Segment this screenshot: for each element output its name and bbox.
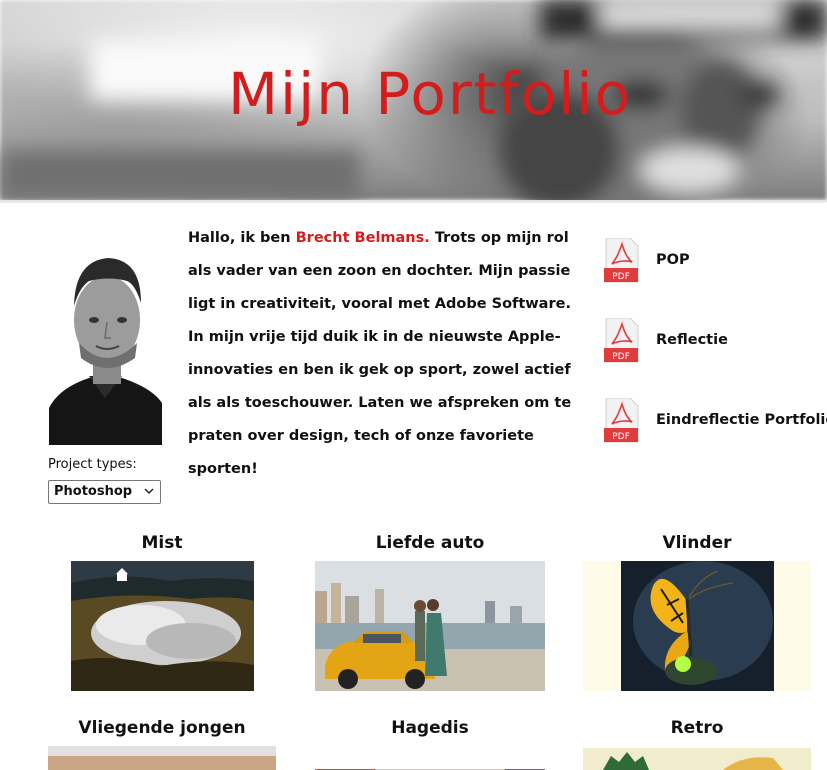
svg-text:PDF: PDF <box>612 432 630 442</box>
intro-text: Hallo, ik ben Brecht Belmans. Trots op m… <box>188 222 578 486</box>
project-image-vlinder[interactable] <box>583 561 811 691</box>
hero-divider <box>0 200 827 202</box>
project-title-vliegende-jongen: Vliegende jongen <box>78 718 246 738</box>
project-types-label: Project types: <box>48 457 137 472</box>
intro-prefix: Hallo, ik ben <box>188 230 296 246</box>
project-title-vlinder: Vlinder <box>662 533 732 553</box>
project-type-selected: Photoshop <box>54 484 133 499</box>
document-link-reflectie[interactable]: PDF Reflectie <box>604 318 824 366</box>
project-image-retro[interactable] <box>583 748 811 770</box>
project-title-liefde-auto: Liefde auto <box>375 533 485 553</box>
document-link-pop[interactable]: PDF POP <box>604 238 824 286</box>
svg-text:PDF: PDF <box>612 272 630 282</box>
document-link-eindreflectie[interactable]: PDF Eindreflectie Portfolio <box>604 398 827 446</box>
project-title-retro: Retro <box>670 718 724 738</box>
pdf-icon: PDF <box>604 238 639 283</box>
project-image-mist[interactable] <box>71 561 254 691</box>
document-label: Eindreflectie Portfolio <box>656 412 827 428</box>
project-image-hagedis[interactable] <box>315 762 545 770</box>
project-image-vliegende-jongen[interactable] <box>48 746 276 770</box>
intro-body: Trots op mijn rol als vader van een zoon… <box>188 230 572 477</box>
project-title-mist: Mist <box>141 533 183 553</box>
project-image-liefde-auto[interactable] <box>315 561 545 691</box>
pdf-icon: PDF <box>604 318 639 363</box>
svg-text:PDF: PDF <box>612 352 630 362</box>
project-title-hagedis: Hagedis <box>391 718 469 738</box>
page-title: Mijn Portfolio <box>227 60 633 128</box>
project-type-select[interactable]: Photoshop <box>48 480 161 504</box>
document-label: POP <box>656 252 690 268</box>
profile-photo <box>49 248 162 445</box>
pdf-icon: PDF <box>604 398 639 443</box>
document-label: Reflectie <box>656 332 728 348</box>
author-name: Brecht Belmans. <box>295 230 430 246</box>
chevron-down-icon <box>144 488 154 495</box>
